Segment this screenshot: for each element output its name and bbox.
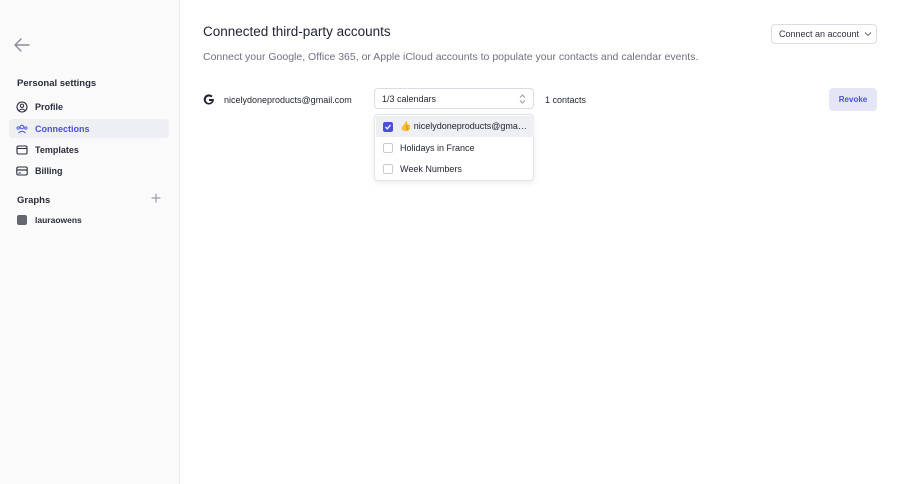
users-icon <box>16 123 28 135</box>
sidebar-item-label: Templates <box>35 144 79 155</box>
user-circle-icon <box>16 100 28 113</box>
plus-icon <box>151 193 161 203</box>
connect-account-button[interactable]: Connect an account <box>771 24 877 44</box>
check-icon <box>385 124 391 130</box>
sidebar-item-label: Billing <box>35 165 63 176</box>
chevron-down-icon <box>864 31 872 37</box>
sidebar-item-connections[interactable]: Connections <box>9 119 169 138</box>
graph-item-lauraowens[interactable]: lauraowens <box>17 215 82 225</box>
calendars-dropdown: 👍 nicelydoneproducts@gmail.com Holidays … <box>374 114 534 181</box>
back-button[interactable] <box>14 38 36 58</box>
revoke-button[interactable]: Revoke <box>829 88 877 111</box>
calendar-option[interactable]: Week Numbers <box>376 158 534 179</box>
calendar-option[interactable]: Holidays in France <box>376 137 534 158</box>
checkbox[interactable] <box>383 163 393 174</box>
calendar-option-label: Week Numbers <box>400 163 462 174</box>
page-title: Connected third-party accounts <box>203 24 391 39</box>
calendars-select[interactable]: 1/3 calendars <box>374 88 534 109</box>
calendars-select-value: 1/3 calendars <box>382 93 437 104</box>
sidebar-item-billing[interactable]: Billing <box>9 161 169 180</box>
sidebar-item-profile[interactable]: Profile <box>9 97 169 116</box>
account-email: nicelydoneproducts@gmail.com <box>224 95 352 105</box>
calendar-option-label: 👍 nicelydoneproducts@gmail.com <box>400 121 528 131</box>
checkbox[interactable] <box>383 142 393 153</box>
graph-color-swatch <box>17 215 27 225</box>
sidebar-item-templates[interactable]: Templates <box>9 140 169 159</box>
calendar-option[interactable]: 👍 nicelydoneproducts@gmail.com <box>376 116 534 137</box>
credit-card-icon <box>16 165 28 177</box>
graphs-title: Graphs <box>17 195 51 206</box>
connect-account-label: Connect an account <box>779 29 860 39</box>
add-graph-button[interactable] <box>150 192 162 206</box>
arrow-left-icon <box>14 38 30 52</box>
graph-item-label: lauraowens <box>35 215 82 225</box>
window-icon <box>16 144 28 156</box>
page-description: Connect your Google, Office 365, or Appl… <box>203 51 699 63</box>
sidebar-item-label: Connections <box>35 123 90 134</box>
checkbox-checked[interactable] <box>383 121 393 132</box>
personal-settings-title: Personal settings <box>17 78 97 89</box>
chevron-up-down-icon <box>519 94 526 104</box>
contacts-count: 1 contacts <box>545 95 587 105</box>
google-icon <box>203 93 215 105</box>
sidebar-item-label: Profile <box>35 101 64 112</box>
calendar-option-label: Holidays in France <box>400 142 475 153</box>
sidebar: Personal settings Profile Connections Te… <box>0 0 180 484</box>
